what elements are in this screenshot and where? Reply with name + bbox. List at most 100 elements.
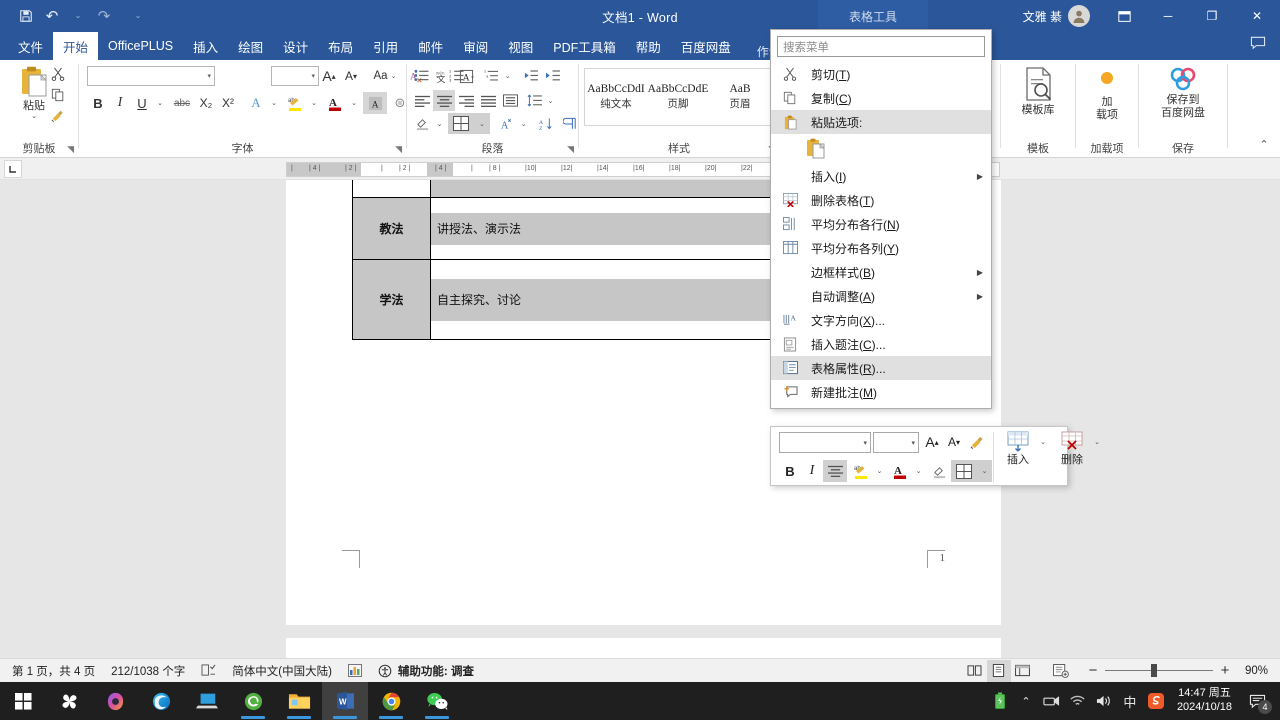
- context-menu-item-7[interactable]: 平均分布各列(Y): [771, 236, 991, 260]
- font-size-combo[interactable]: ▾: [271, 66, 319, 86]
- bullets-chevron-down-icon[interactable]: ⌄: [431, 65, 444, 86]
- multilevel-list-button[interactable]: 1a: [481, 65, 501, 86]
- ribbon-tab-1[interactable]: 开始: [53, 32, 99, 60]
- minimize-button[interactable]: ─: [1146, 0, 1190, 32]
- mini-insert-button[interactable]: 插入: [997, 431, 1039, 483]
- taskbar-app-wechat[interactable]: [414, 682, 460, 720]
- mini-shading-button[interactable]: [927, 460, 951, 482]
- restore-button[interactable]: ❐: [1190, 0, 1234, 32]
- avatar[interactable]: [1068, 5, 1090, 27]
- taskbar-app-remote-desktop[interactable]: [184, 682, 230, 720]
- mini-borders-chevron-down-icon[interactable]: ⌄: [977, 460, 992, 482]
- mini-align-center-button[interactable]: [823, 460, 847, 482]
- numbering-button[interactable]: 123: [446, 65, 466, 86]
- context-menu-item-11[interactable]: 插入题注(C)...: [771, 332, 991, 356]
- template-library-button[interactable]: 模板库: [1009, 66, 1067, 128]
- mini-font-color-button[interactable]: A: [888, 460, 912, 482]
- multilevel-chevron-down-icon[interactable]: ⌄: [501, 65, 514, 86]
- paragraph-dialog-launcher[interactable]: ◥: [567, 144, 574, 155]
- context-menu-item-6[interactable]: 平均分布各行(N): [771, 212, 991, 236]
- mini-bold-button[interactable]: B: [779, 460, 801, 482]
- print-layout-icon[interactable]: [986, 659, 1011, 682]
- ribbon-tab-3[interactable]: 插入: [183, 32, 228, 60]
- tab-stop-selector[interactable]: [4, 160, 22, 178]
- taskbar-app-copilot[interactable]: [92, 682, 138, 720]
- ribbon-tab-7[interactable]: 引用: [363, 32, 408, 60]
- change-case-button[interactable]: Aa ⌄: [368, 65, 402, 87]
- collapse-ribbon-button[interactable]: ⌃: [1254, 135, 1274, 153]
- context-menu-item-8[interactable]: 边框样式(B) ▶: [771, 260, 991, 284]
- ribbon-tab-0[interactable]: 文件: [8, 32, 53, 60]
- ribbon-tab-10[interactable]: 视图: [498, 32, 543, 60]
- character-shading-button[interactable]: A: [363, 92, 387, 114]
- taskbar-app-browser-360[interactable]: [230, 682, 276, 720]
- clipboard-dialog-launcher[interactable]: ◥: [67, 144, 74, 155]
- zoom-out-button[interactable]: −: [1081, 660, 1105, 682]
- ribbon-tab-5[interactable]: 设计: [273, 32, 318, 60]
- addin-button[interactable]: 加 载项: [1084, 68, 1130, 130]
- save-to-baidu-netdisk-button[interactable]: 保存到 百度网盘: [1147, 66, 1219, 130]
- superscript-button[interactable]: X²: [217, 92, 239, 114]
- volume-icon[interactable]: [1091, 682, 1117, 720]
- underline-chevron-down-icon[interactable]: ⌄: [153, 92, 167, 114]
- context-menu-search-input[interactable]: 搜索菜单: [777, 36, 985, 57]
- ribbon-tab-11[interactable]: PDF工具箱: [543, 32, 626, 60]
- context-menu-item-1[interactable]: 复制(C): [771, 86, 991, 110]
- line-spacing-button[interactable]: [524, 90, 544, 111]
- spellcheck-icon[interactable]: [193, 659, 224, 683]
- context-menu-item-2[interactable]: 粘贴选项:: [771, 110, 991, 134]
- document-page-2[interactable]: [286, 638, 1001, 658]
- zoom-slider[interactable]: [1104, 660, 1213, 682]
- style-item-1[interactable]: AaBbCcDdE 页脚: [647, 69, 709, 125]
- asian-layout-button[interactable]: A: [495, 113, 517, 134]
- bold-button[interactable]: B: [87, 92, 109, 114]
- mini-borders-button[interactable]: [951, 460, 977, 482]
- distributed-align-button[interactable]: [499, 90, 521, 111]
- network-icon[interactable]: [1039, 682, 1065, 720]
- mini-font-size-combo[interactable]: ▾: [873, 432, 919, 453]
- battery-icon[interactable]: [987, 682, 1013, 720]
- font-color-chevron-down-icon[interactable]: ⌄: [347, 92, 361, 114]
- undo-icon[interactable]: ↶: [40, 4, 64, 28]
- asian-layout-chevron-down-icon[interactable]: ⌄: [517, 113, 530, 134]
- increase-indent-button[interactable]: [541, 65, 563, 86]
- line-spacing-chevron-down-icon[interactable]: ⌄: [544, 90, 557, 111]
- show-hidden-icons-chevron[interactable]: ⌃: [1013, 682, 1039, 720]
- read-mode-icon[interactable]: [963, 660, 987, 682]
- notification-center-button[interactable]: 4: [1240, 682, 1274, 720]
- ime-icon[interactable]: 中: [1117, 682, 1143, 720]
- borders-chevron-down-icon[interactable]: ⌄: [474, 113, 490, 134]
- context-menu-item-10[interactable]: A 文字方向(X)...: [771, 308, 991, 332]
- shading-button[interactable]: [411, 113, 433, 134]
- justify-button[interactable]: [477, 90, 499, 111]
- align-right-button[interactable]: [455, 90, 477, 111]
- mini-toolbar[interactable]: ▾ ▾ A ▴ A ▾ 插入 ⌄ 删除 ⌄ B I ab ⌄ A ⌄ ⌄: [770, 426, 1100, 486]
- decrease-indent-button[interactable]: [519, 65, 541, 86]
- ribbon-tab-9[interactable]: 审阅: [453, 32, 498, 60]
- shrink-font-button[interactable]: A ▾: [340, 65, 362, 87]
- web-layout-icon[interactable]: [1011, 660, 1035, 682]
- table-cell-label[interactable]: 教法: [352, 197, 431, 260]
- context-menu-item-9[interactable]: 自动调整(A) ▶: [771, 284, 991, 308]
- zoom-slider-thumb[interactable]: [1150, 664, 1157, 677]
- accessibility-status[interactable]: 辅助功能: 调查: [370, 659, 482, 683]
- taskbar-app-file-explorer[interactable]: [276, 682, 322, 720]
- cut-button[interactable]: [46, 64, 70, 84]
- format-painter-button[interactable]: [46, 106, 70, 126]
- taskbar-app-chrome[interactable]: [368, 682, 414, 720]
- taskbar-app-fan[interactable]: [46, 682, 92, 720]
- text-highlight-button[interactable]: ab: [283, 92, 307, 114]
- table-cell-label[interactable]: [352, 180, 431, 198]
- text-effects-chevron-down-icon[interactable]: ⌄: [267, 92, 281, 114]
- ribbon-tab-4[interactable]: 绘图: [228, 32, 273, 60]
- subscript-button[interactable]: X₂: [195, 92, 217, 114]
- word-count[interactable]: 212/1038 个字: [103, 659, 193, 683]
- page-indicator[interactable]: 第 1 页，共 4 页: [4, 659, 103, 683]
- shading-chevron-down-icon[interactable]: ⌄: [433, 113, 446, 134]
- ribbon-tab-2[interactable]: OfficePLUS: [98, 32, 183, 60]
- table-cell-label[interactable]: 学法: [352, 259, 431, 340]
- align-left-button[interactable]: [411, 90, 433, 111]
- ribbon-tab-8[interactable]: 邮件: [408, 32, 453, 60]
- align-center-button[interactable]: [433, 90, 455, 111]
- language-indicator[interactable]: 简体中文(中国大陆): [224, 659, 340, 683]
